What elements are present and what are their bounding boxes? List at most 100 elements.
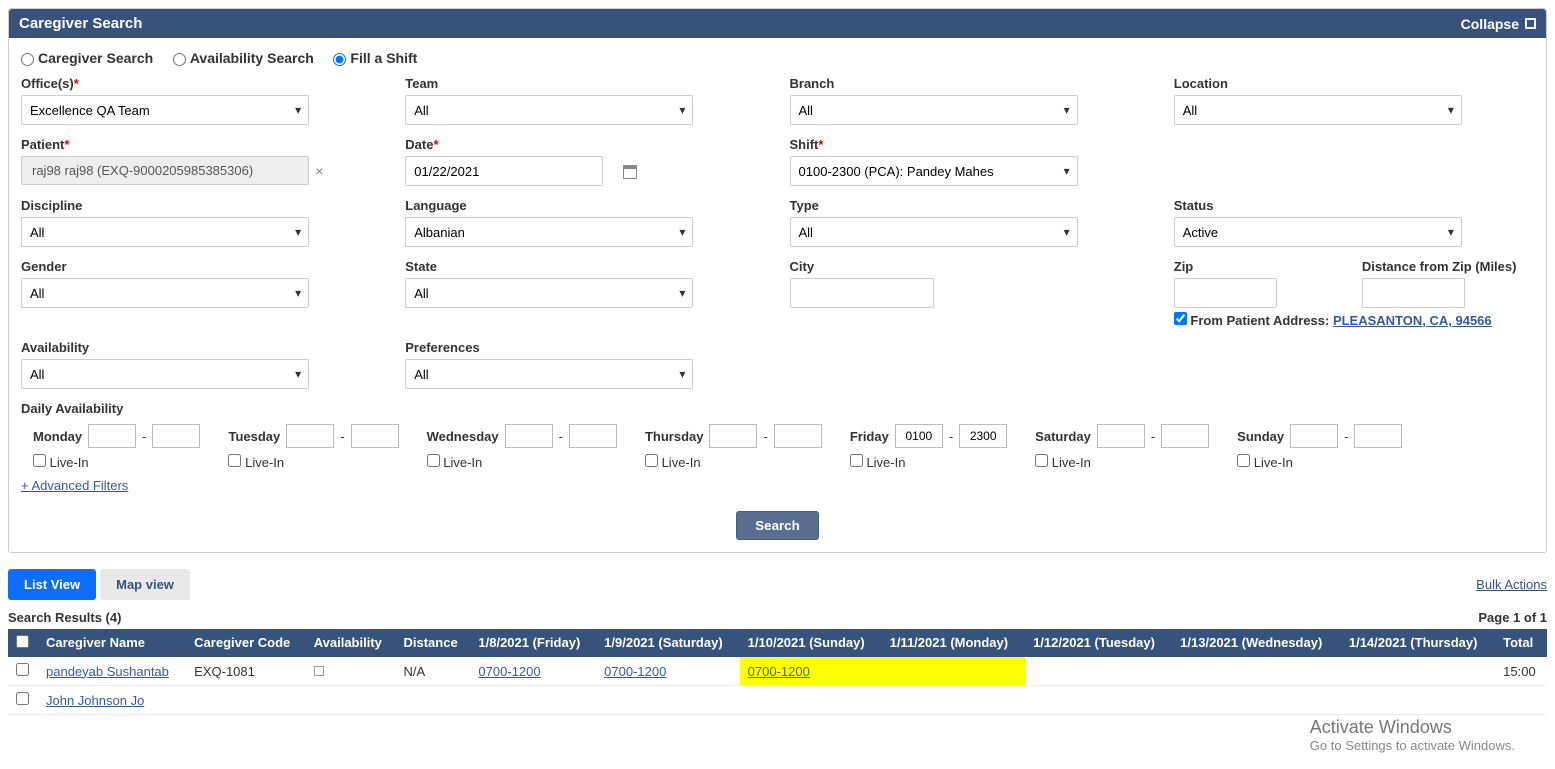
shift-link[interactable]: 0700-1200 (604, 664, 666, 679)
wed-to[interactable] (569, 424, 617, 448)
day-wednesday: Wednesday - Live-In (427, 424, 617, 470)
date-input[interactable] (405, 156, 603, 186)
sat-to[interactable] (1161, 424, 1209, 448)
advanced-filters-link[interactable]: + Advanced Filters (21, 478, 128, 493)
search-button[interactable]: Search (736, 511, 818, 540)
col-name[interactable]: Caregiver Name (38, 629, 186, 657)
panel-body: Caregiver Search Availability Search Fil… (9, 38, 1546, 552)
collapse-button[interactable]: Collapse (1461, 16, 1536, 32)
fri-to[interactable] (959, 424, 1007, 448)
panel-title: Caregiver Search (19, 15, 142, 32)
shift-link-highlight[interactable]: 0700-1200 (748, 664, 810, 679)
sun-livein[interactable] (1237, 454, 1250, 467)
mode-caregiver[interactable]: Caregiver Search (21, 50, 153, 66)
location-label: Location (1174, 76, 1534, 91)
col-code[interactable]: Caregiver Code (186, 629, 306, 657)
days-row: Monday - Live-In Tuesday - Live-In Wedne… (21, 424, 1534, 470)
panel-header: Caregiver Search Collapse (9, 9, 1546, 38)
patient-chip: raj98 raj98 (EXQ-9000205985385306) (21, 156, 309, 185)
sun-to[interactable] (1354, 424, 1402, 448)
mon-from[interactable] (88, 424, 136, 448)
select-all-checkbox[interactable] (16, 635, 29, 648)
city-input[interactable] (790, 278, 934, 308)
caregiver-name-link[interactable]: pandeyab Sushantab (46, 664, 169, 679)
col-d1[interactable]: 1/8/2021 (Friday) (470, 629, 596, 657)
gender-label: Gender (21, 259, 381, 274)
bulk-actions-link[interactable]: Bulk Actions (1476, 577, 1547, 592)
thu-from[interactable] (709, 424, 757, 448)
col-d6[interactable]: 1/13/2021 (Wednesday) (1172, 629, 1341, 657)
state-select[interactable]: All (405, 278, 693, 308)
gender-select[interactable]: All (21, 278, 309, 308)
mode-caregiver-radio[interactable] (21, 53, 34, 66)
table-row: John Johnson Jo (8, 686, 1547, 715)
from-patient-checkbox[interactable] (1174, 312, 1187, 325)
col-d5[interactable]: 1/12/2021 (Tuesday) (1025, 629, 1172, 657)
sun-from[interactable] (1290, 424, 1338, 448)
team-select[interactable]: All (405, 95, 693, 125)
tue-to[interactable] (351, 424, 399, 448)
view-toolbar: List View Map view Bulk Actions (8, 569, 1547, 600)
col-total[interactable]: Total (1495, 629, 1547, 657)
patient-remove-icon[interactable]: × (315, 163, 323, 179)
col-dist[interactable]: Distance (396, 629, 471, 657)
row-checkbox[interactable] (16, 663, 29, 676)
mode-availability-radio[interactable] (173, 53, 186, 66)
col-d7[interactable]: 1/14/2021 (Thursday) (1341, 629, 1495, 657)
list-view-button[interactable]: List View (8, 569, 96, 600)
branch-select[interactable]: All (790, 95, 1078, 125)
patient-label: Patient* (21, 137, 381, 152)
fri-livein[interactable] (850, 454, 863, 467)
distance-input[interactable] (1362, 278, 1465, 308)
results-header: Search Results (4) Page 1 of 1 (8, 610, 1547, 625)
map-view-button[interactable]: Map view (100, 569, 190, 600)
city-label: City (790, 259, 1150, 274)
caregiver-name-link[interactable]: John Johnson Jo (46, 693, 144, 708)
mode-fill-radio[interactable] (333, 53, 346, 66)
cell-empty (1341, 657, 1495, 686)
location-select[interactable]: All (1174, 95, 1462, 125)
discipline-select[interactable]: All (21, 217, 309, 247)
col-d4[interactable]: 1/11/2021 (Monday) (882, 629, 1025, 657)
status-select[interactable]: Active (1174, 217, 1462, 247)
patient-address-link[interactable]: PLEASANTON, CA, 94566 (1333, 313, 1492, 328)
branch-label: Branch (790, 76, 1150, 91)
wed-livein[interactable] (427, 454, 440, 467)
col-d2[interactable]: 1/9/2021 (Saturday) (596, 629, 740, 657)
mode-fill[interactable]: Fill a Shift (333, 50, 417, 66)
windows-watermark: Activate Windows Go to Settings to activ… (1310, 717, 1515, 753)
cell-code: EXQ-1081 (186, 657, 306, 686)
zip-input[interactable] (1174, 278, 1277, 308)
thu-to[interactable] (774, 424, 822, 448)
mode-radio-row: Caregiver Search Availability Search Fil… (21, 50, 1534, 66)
row-checkbox[interactable] (16, 692, 29, 705)
offices-label: Office(s)* (21, 76, 381, 91)
mode-availability[interactable]: Availability Search (173, 50, 314, 66)
mon-livein[interactable] (33, 454, 46, 467)
day-saturday: Saturday - Live-In (1035, 424, 1209, 470)
date-label: Date* (405, 137, 765, 152)
language-select[interactable]: Albanian (405, 217, 693, 247)
col-avail[interactable]: Availability (306, 629, 396, 657)
availability-select[interactable]: All (21, 359, 309, 389)
collapse-icon (1525, 18, 1536, 29)
col-d3[interactable]: 1/10/2021 (Sunday) (740, 629, 882, 657)
cell-empty (1172, 657, 1341, 686)
shift-link[interactable]: 0700-1200 (478, 664, 540, 679)
tue-livein[interactable] (228, 454, 241, 467)
mon-to[interactable] (152, 424, 200, 448)
table-row: pandeyab Sushantab EXQ-1081 N/A 0700-120… (8, 657, 1547, 686)
fri-from[interactable] (895, 424, 943, 448)
offices-select[interactable]: Excellence QA Team (21, 95, 309, 125)
calendar-icon[interactable] (623, 165, 637, 179)
distzip-label: Distance from Zip (Miles) (1362, 259, 1534, 274)
type-select[interactable]: All (790, 217, 1078, 247)
wed-from[interactable] (505, 424, 553, 448)
shift-select[interactable]: 0100-2300 (PCA): Pandey Mahes (790, 156, 1078, 186)
sat-livein[interactable] (1035, 454, 1048, 467)
thu-livein[interactable] (645, 454, 658, 467)
preferences-select[interactable]: All (405, 359, 693, 389)
sat-from[interactable] (1097, 424, 1145, 448)
tue-from[interactable] (286, 424, 334, 448)
availability-label: Availability (21, 340, 381, 355)
